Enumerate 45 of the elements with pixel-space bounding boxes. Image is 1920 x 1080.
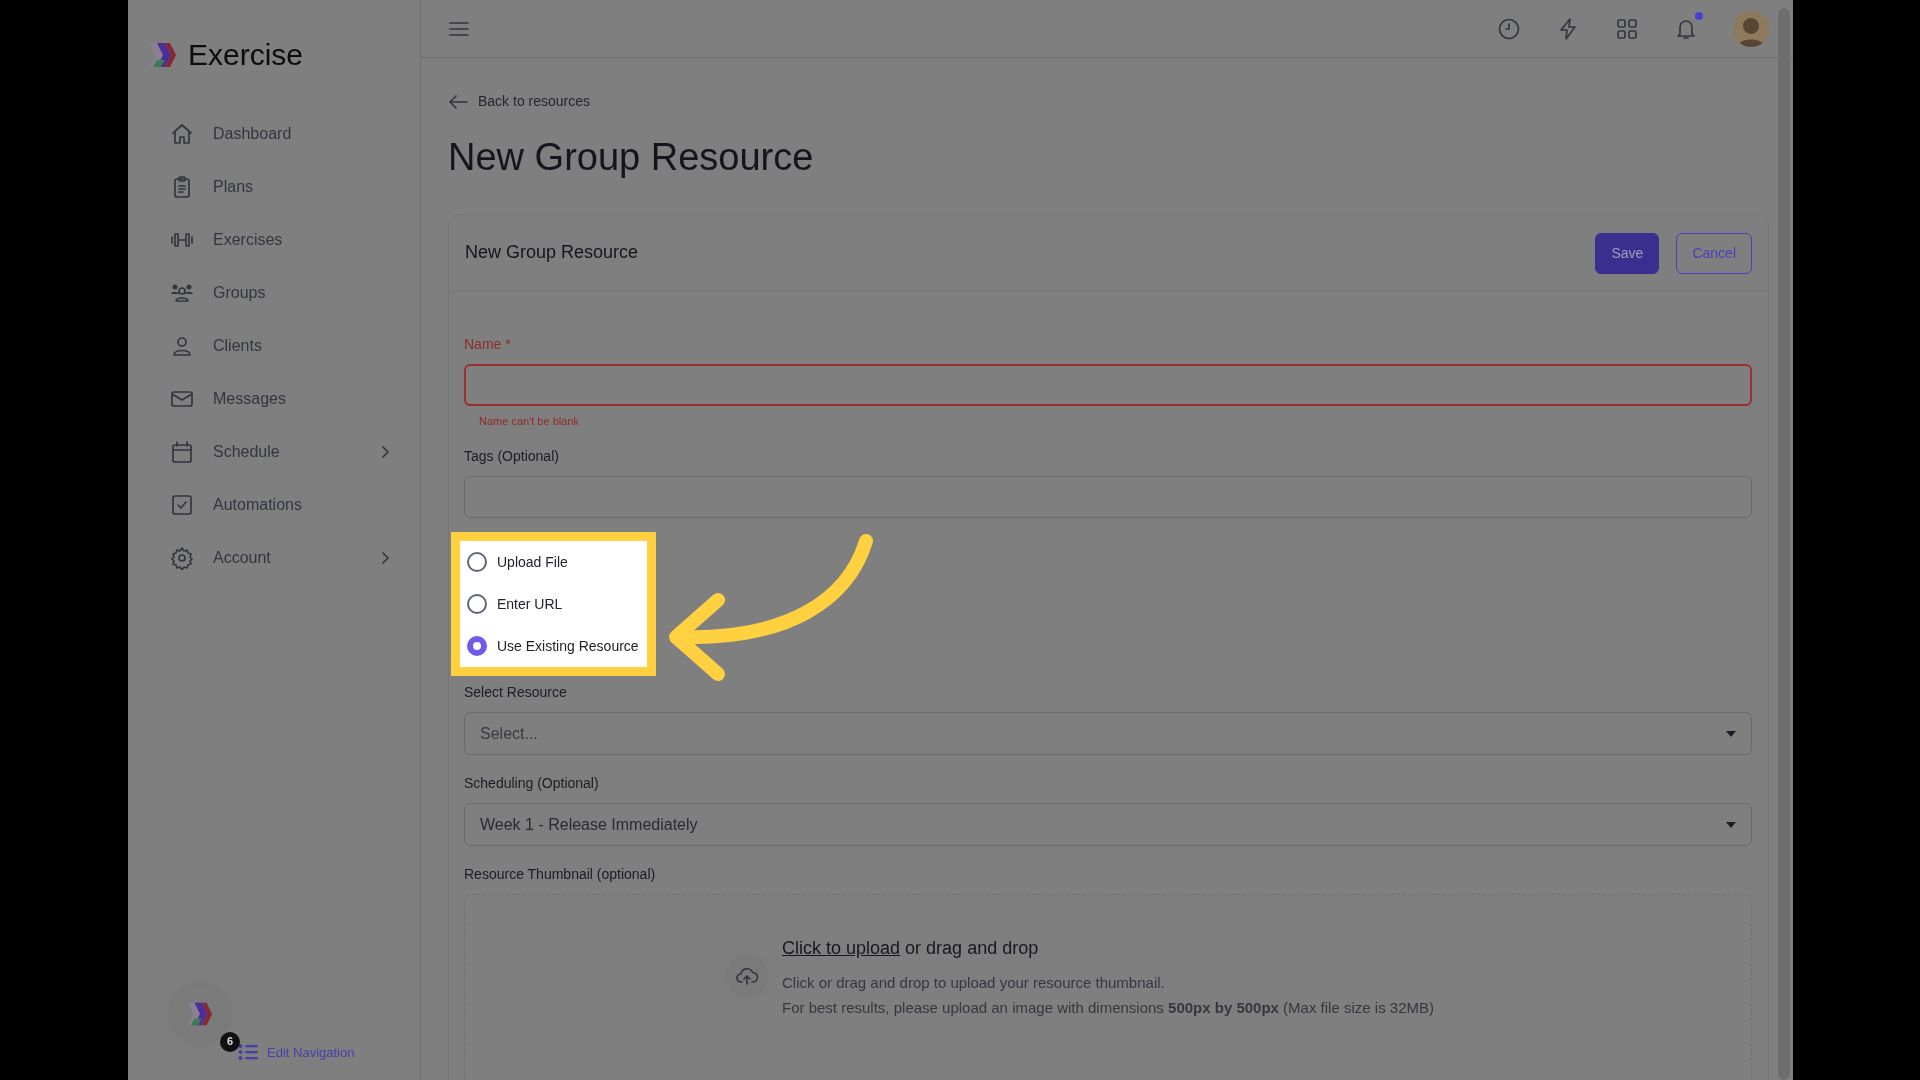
card-title: New Group Resource — [465, 242, 640, 264]
field-label: Resource Thumbnail (optional) — [464, 866, 657, 883]
error-message: Name can't be blank — [479, 414, 580, 428]
select-field[interactable]: Week 1 - Release Immediately — [464, 803, 1752, 846]
sidebar-item[interactable]: Clients — [148, 319, 420, 372]
gear-icon — [170, 545, 194, 570]
avatar[interactable] — [1733, 10, 1769, 47]
edit-navigation-link[interactable]: Edit Navigation — [238, 1042, 355, 1062]
sidebar-item[interactable]: Schedule — [148, 425, 420, 478]
sidebar-item[interactable]: Messages — [148, 372, 420, 425]
save-button[interactable]: Save — [1595, 232, 1660, 274]
caret-icon — [1726, 821, 1736, 828]
field-label: Tags (Optional) — [464, 448, 560, 465]
count-badge: 6 — [220, 1031, 240, 1052]
cancel-button[interactable]: Cancel — [1676, 232, 1752, 274]
grid-icon[interactable] — [1615, 16, 1639, 41]
clock-icon[interactable] — [1497, 16, 1521, 41]
arrow-left-icon — [448, 93, 468, 110]
field-label: Scheduling (Optional) — [464, 775, 600, 792]
sidebar-item[interactable]: Dashboard — [148, 107, 420, 160]
field-label: Select Resource — [464, 684, 568, 701]
sidebar-item[interactable]: Groups — [148, 266, 420, 319]
sidebar-item[interactable]: Account — [148, 531, 420, 584]
page-title: New Group Resource — [448, 135, 815, 180]
upload-dropzone[interactable]: Click to upload or drag and drop Click or drag and drop to upload your resource thumbnail. For best results, please upload an image with dimensions 500px by 500px (Max file size is 32MB) — [464, 894, 1752, 1080]
dropzone-hint: For best results, please upload an image with dimensions 500px by 500px (Max file size is 32MB) — [782, 998, 1434, 1018]
logo-text: Exercise — [188, 37, 304, 73]
caret-icon — [1726, 730, 1736, 737]
sidebar-item[interactable]: Automations — [148, 478, 420, 531]
field-label: Name * — [464, 336, 512, 353]
input-field[interactable] — [464, 364, 1752, 406]
list-icon — [238, 1043, 258, 1062]
house-icon — [170, 121, 194, 146]
calendar-icon — [170, 439, 194, 464]
select-field[interactable]: Select... — [464, 712, 1752, 755]
radio-option[interactable]: Upload File — [460, 541, 647, 583]
radio-option[interactable]: Use Existing Resource — [460, 625, 647, 667]
dropzone-hint: Click or drag and drop to upload your resource thumbnail. — [782, 973, 1166, 993]
back-link[interactable]: Back to resources — [448, 91, 591, 112]
sidebar-item[interactable]: Exercises — [148, 213, 420, 266]
dropzone-title: or drag and drop — [905, 938, 1039, 958]
checkbox-icon — [170, 492, 194, 517]
sidebar-item[interactable]: Plans — [148, 160, 420, 213]
upload-link[interactable]: Click to upload — [782, 938, 901, 958]
radio-option[interactable]: Enter URL — [460, 583, 647, 625]
